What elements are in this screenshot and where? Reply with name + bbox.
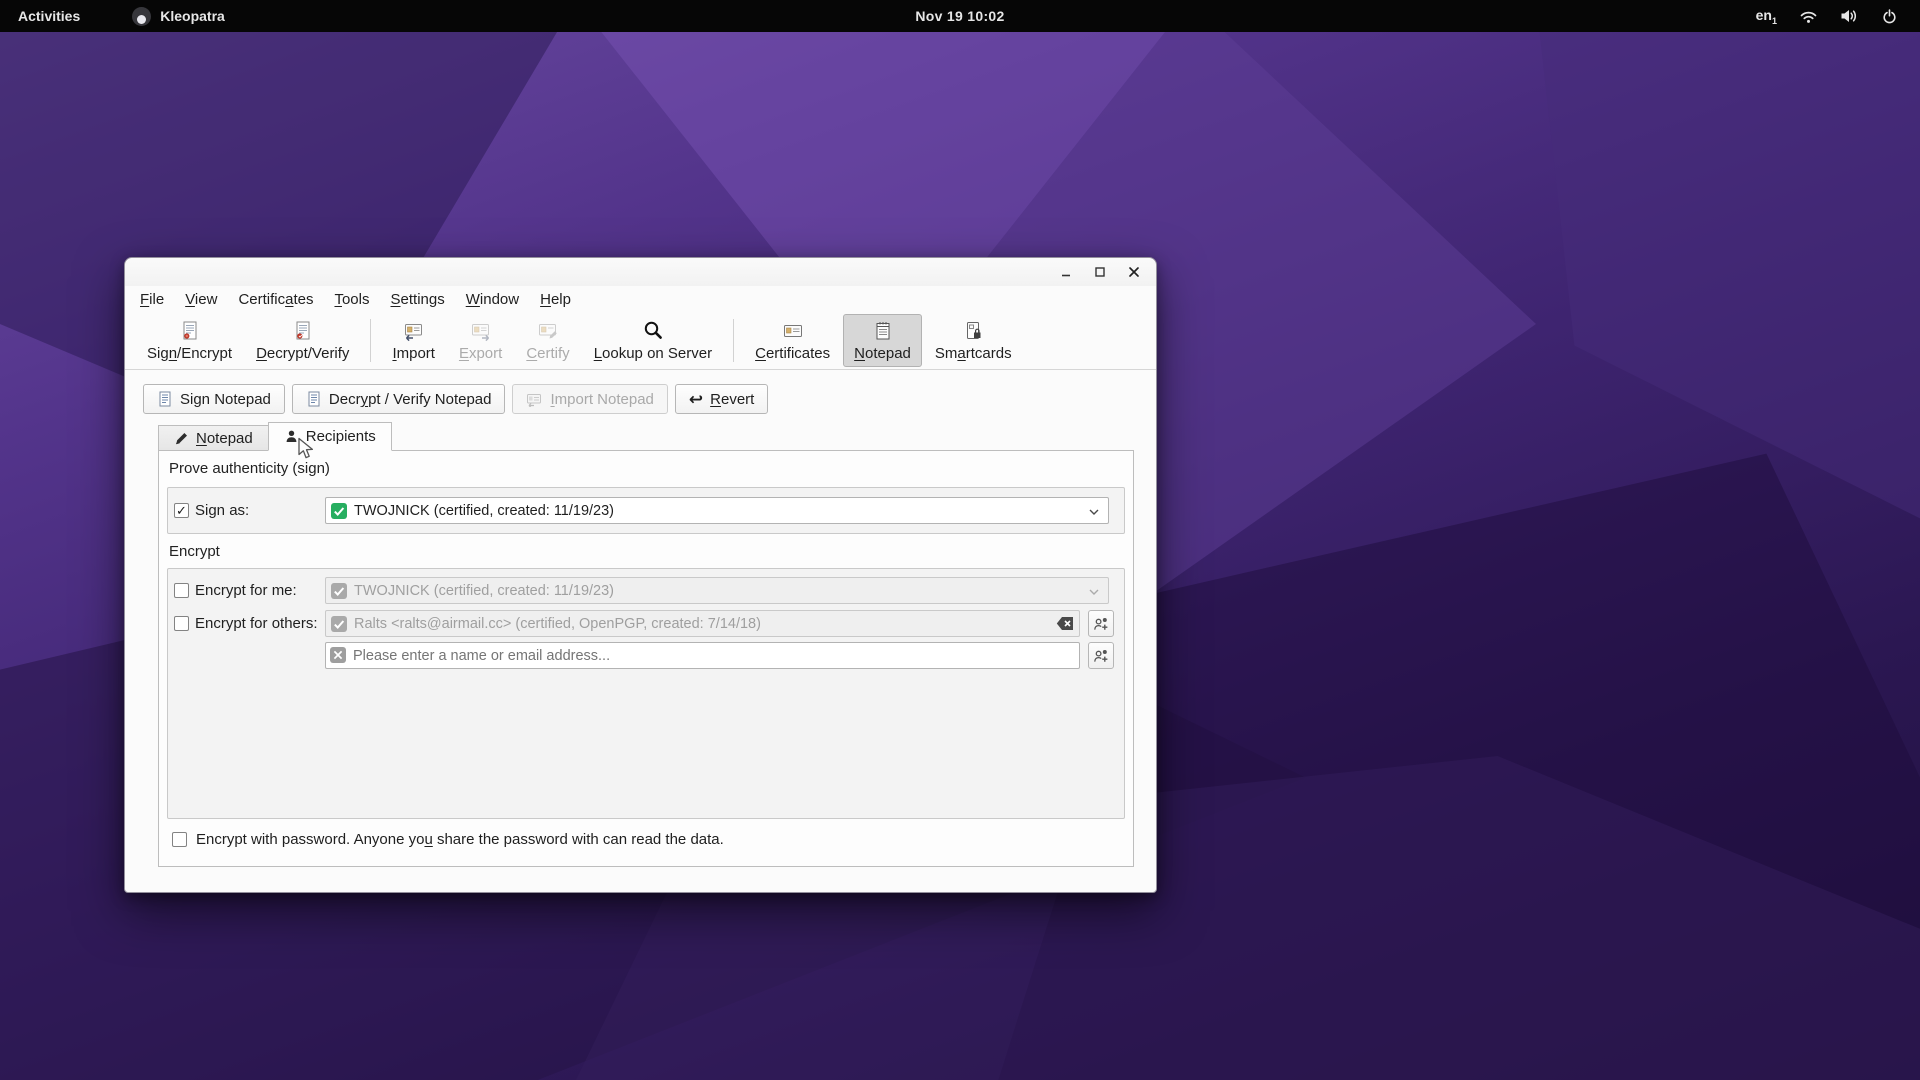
sign-encrypt-icon [179, 319, 201, 343]
menu-help[interactable]: Help [540, 291, 571, 308]
notepad-tab-bar: Notepad Recipients [158, 422, 392, 451]
sign-as-checkbox[interactable]: ✓ [174, 503, 189, 518]
chevron-down-icon [1089, 509, 1099, 515]
encrypt-for-me-label: Encrypt for me: [195, 582, 297, 599]
clock[interactable]: Nov 19 10:02 [915, 8, 1004, 24]
power-icon[interactable] [1881, 8, 1898, 25]
pencil-icon [176, 432, 187, 444]
encrypt-for-others-label: Encrypt for others: [195, 615, 318, 632]
person-add-icon [1094, 617, 1108, 630]
import-notepad-button[interactable]: Import Notepad [512, 384, 668, 414]
recipients-panel: Prove authenticity (sign) ✓ Sign as: TWO… [158, 450, 1134, 867]
toolbar-decrypt-verify[interactable]: Decrypt/Verify [245, 314, 360, 367]
add-recipient-button[interactable] [1088, 610, 1114, 637]
toolbar-smartcards[interactable]: Smartcards [924, 314, 1023, 367]
system-status-area[interactable]: en1 [1756, 0, 1920, 32]
toolbar-separator [733, 319, 735, 362]
menu-bar: File View Certificates Tools Settings Wi… [125, 286, 1156, 312]
kleopatra-window: File View Certificates Tools Settings Wi… [124, 257, 1157, 893]
sign-section-title: Prove authenticity (sign) [169, 460, 330, 477]
revert-arrow-icon: ↩ [688, 389, 704, 409]
export-certificate-icon [470, 319, 492, 343]
main-toolbar: Sign/Encrypt Decrypt/Verify Import Expor… [125, 312, 1156, 370]
close-button[interactable] [1126, 264, 1142, 280]
certify-icon [537, 319, 559, 343]
toolbar-export[interactable]: Export [448, 314, 513, 367]
menu-window[interactable]: Window [466, 291, 519, 308]
notepad-icon [872, 319, 894, 343]
import-card-icon [526, 392, 543, 407]
app-menu-label: Kleopatra [160, 8, 225, 24]
kleopatra-icon [132, 6, 152, 26]
new-recipient-input[interactable] [325, 642, 1080, 669]
decrypt-verify-icon [292, 319, 314, 343]
mouse-cursor [298, 437, 314, 459]
sign-group: ✓ Sign as: TWOJNICK (certified, created:… [167, 487, 1125, 534]
certificate-valid-icon-disabled [331, 582, 347, 599]
recipient-entry-field: Ralts <ralts@airmail.cc> (certified, Ope… [325, 610, 1080, 637]
toolbar-lookup-on-server[interactable]: Lookup on Server [583, 314, 723, 367]
certificates-icon [782, 319, 804, 343]
menu-certificates[interactable]: Certificates [238, 291, 313, 308]
sign-document-icon [157, 391, 173, 407]
maximize-button[interactable] [1092, 264, 1108, 280]
window-titlebar[interactable] [125, 258, 1156, 286]
sign-notepad-button[interactable]: Sign Notepad [143, 384, 285, 414]
menu-settings[interactable]: Settings [391, 291, 445, 308]
minimize-button[interactable] [1058, 264, 1074, 280]
toolbar-separator [370, 319, 372, 362]
import-certificate-icon [403, 319, 425, 343]
encrypt-for-me-value: TWOJNICK (certified, created: 11/19/23) [354, 582, 615, 599]
certificate-unknown-icon [330, 647, 346, 663]
tab-notepad[interactable]: Notepad [158, 425, 268, 451]
volume-icon[interactable] [1840, 8, 1859, 24]
notepad-actions: Sign Notepad Decrypt / Verify Notepad Im… [143, 384, 769, 414]
menu-view[interactable]: View [185, 291, 217, 308]
toolbar-import[interactable]: Import [381, 314, 446, 367]
revert-button[interactable]: ↩ Revert [674, 384, 769, 414]
person-add-icon [1094, 649, 1108, 662]
certificate-valid-icon-disabled [331, 615, 347, 632]
verify-document-icon [306, 391, 322, 407]
toolbar-sign-encrypt[interactable]: Sign/Encrypt [136, 314, 243, 367]
gnome-top-bar: Activities Kleopatra Nov 19 10:02 en1 [0, 0, 1920, 32]
clear-field-icon[interactable] [1056, 616, 1074, 631]
wifi-icon[interactable] [1799, 8, 1818, 24]
search-icon [642, 319, 664, 343]
activities-button[interactable]: Activities [18, 8, 80, 24]
encrypt-group: Encrypt for me: TWOJNICK (certified, cre… [167, 568, 1125, 819]
sign-as-label: Sign as: [195, 502, 250, 519]
menu-tools[interactable]: Tools [334, 291, 369, 308]
encrypt-with-password-label: Encrypt with password. Anyone you share … [196, 831, 724, 848]
decrypt-verify-notepad-button[interactable]: Decrypt / Verify Notepad [291, 384, 506, 414]
toolbar-notepad[interactable]: Notepad [843, 314, 922, 367]
certificate-valid-icon [331, 502, 347, 519]
toolbar-certificates[interactable]: Certificates [744, 314, 841, 367]
keyboard-layout-indicator[interactable]: en1 [1756, 7, 1777, 26]
encrypt-section-title: Encrypt [169, 543, 220, 560]
menu-file[interactable]: File [140, 291, 164, 308]
sign-as-combobox[interactable]: TWOJNICK (certified, created: 11/19/23) [325, 497, 1109, 524]
toolbar-certify[interactable]: Certify [515, 314, 580, 367]
chevron-down-icon [1089, 589, 1099, 595]
smartcards-icon [962, 319, 984, 343]
encrypt-for-others-checkbox[interactable] [174, 616, 189, 631]
encrypt-for-me-combobox: TWOJNICK (certified, created: 11/19/23) [325, 577, 1109, 604]
app-menu-button[interactable]: Kleopatra [132, 6, 225, 26]
add-recipient-button-2[interactable] [1088, 642, 1114, 669]
encrypt-with-password-checkbox[interactable] [172, 832, 187, 847]
sign-as-value: TWOJNICK (certified, created: 11/19/23) [354, 502, 615, 519]
encrypt-for-me-checkbox[interactable] [174, 583, 189, 598]
tab-recipients[interactable]: Recipients [267, 422, 392, 451]
encrypt-with-password-row: Encrypt with password. Anyone you share … [172, 831, 724, 848]
recipient-value: Ralts <ralts@airmail.cc> (certified, Ope… [354, 615, 761, 632]
